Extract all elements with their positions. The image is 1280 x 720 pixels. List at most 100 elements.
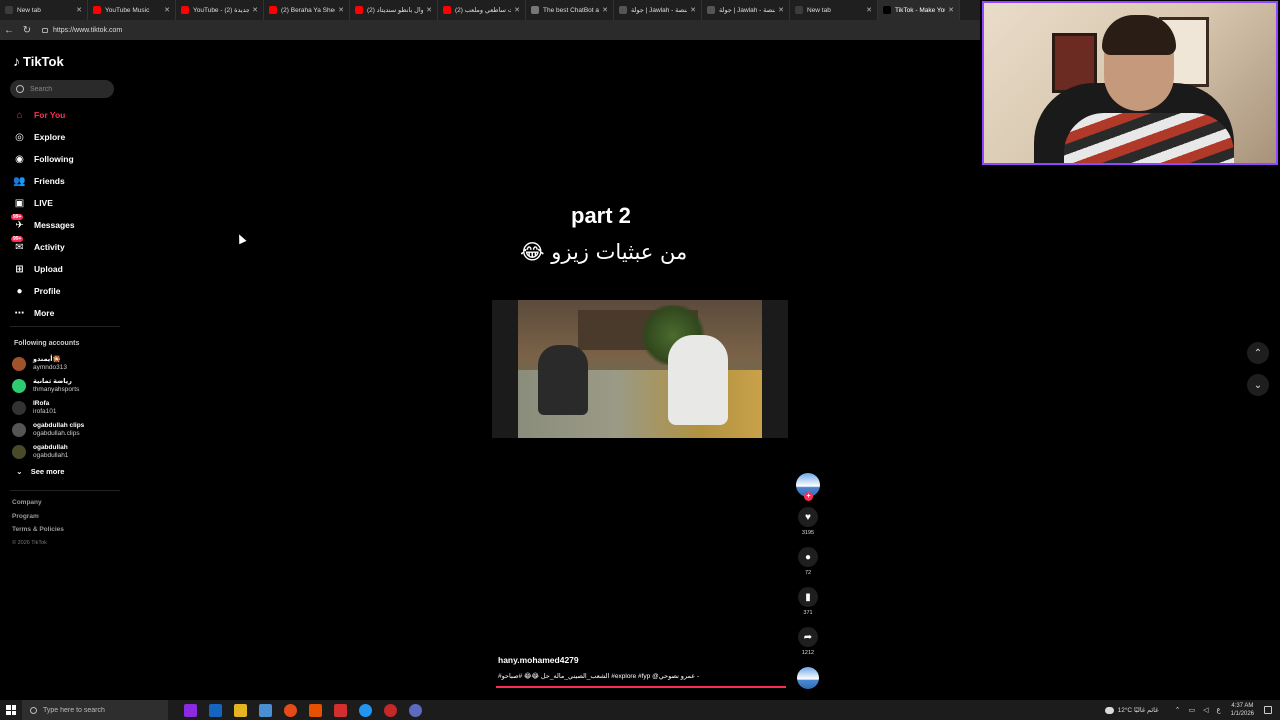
close-icon[interactable]: ✕	[778, 6, 784, 14]
browser-tab[interactable]: YouTube - سنة جديدة (2)✕	[176, 0, 264, 20]
close-icon[interactable]: ✕	[602, 6, 608, 14]
close-icon[interactable]: ✕	[338, 6, 344, 14]
browser-tab[interactable]: (2) ولايات ساطعي وملعب✕	[438, 0, 526, 20]
taskbar-search-input[interactable]	[43, 706, 123, 714]
follow-plus-icon[interactable]: +	[804, 492, 813, 501]
see-more-button[interactable]: ⌄ See more	[16, 467, 64, 476]
sidebar-item-for-you[interactable]: ⌂ For You	[13, 104, 75, 126]
video-person-right	[668, 335, 728, 425]
live-icon: ▣	[14, 197, 25, 209]
photoshop-icon[interactable]	[209, 703, 222, 717]
edge-icon[interactable]	[359, 703, 372, 717]
back-icon[interactable]: ←	[0, 25, 18, 36]
notification-badge: 99+	[11, 235, 24, 242]
browser-tab-bar: New tab✕YouTube Music✕YouTube - سنة جديد…	[0, 0, 980, 20]
browser-tab[interactable]: New tab ✕	[790, 0, 878, 20]
sidebar-item-following[interactable]: ◉ Following	[13, 148, 75, 170]
browser-tab[interactable]: جولة | Jawlah - منصة✕	[614, 0, 702, 20]
close-icon[interactable]: ✕	[514, 6, 520, 14]
comment-icon[interactable]: ●	[798, 547, 818, 567]
taskbar-search[interactable]	[22, 700, 168, 720]
author-avatar[interactable]: +	[796, 473, 820, 501]
browser-tab[interactable]: The best ChatBot and✕	[526, 0, 614, 20]
account-names: ogabdullah ogabdullah1	[33, 444, 68, 460]
language-indicator[interactable]: ع	[1216, 706, 1220, 714]
vlc-icon[interactable]	[309, 703, 322, 717]
browser-tab[interactable]: جولة | Jawlah - منصة✕	[702, 0, 790, 20]
footer-program[interactable]: Program	[12, 513, 64, 527]
tab-favicon-icon	[355, 6, 363, 14]
profile-icon: ●	[16, 285, 23, 297]
sidebar-item-activity[interactable]: ✉ 99+ Activity	[11, 235, 75, 258]
following-account[interactable]: IRofa irofa101	[12, 397, 84, 419]
sidebar-item-upload[interactable]: ⊞ Upload	[13, 258, 75, 280]
close-icon[interactable]: ✕	[948, 6, 954, 14]
tab-favicon-icon	[883, 6, 891, 14]
app-icon[interactable]	[259, 703, 272, 717]
notification-icon[interactable]	[1264, 706, 1272, 714]
video-player[interactable]	[492, 300, 788, 438]
music-disc-icon[interactable]	[797, 667, 819, 689]
sidebar-item-messages[interactable]: ✈ 99+ Messages	[11, 213, 75, 236]
tab-favicon-icon	[619, 6, 627, 14]
share-action: ➦ 1212	[795, 627, 821, 657]
close-icon[interactable]: ✕	[252, 6, 258, 14]
browser-tab[interactable]: YouTube Music ✕	[88, 0, 176, 20]
following-account[interactable]: ogabdullah clips ogabdullah.clips	[12, 419, 84, 441]
url-field[interactable]: https://www.tiktok.com	[42, 27, 122, 34]
sidebar-item-more[interactable]: ⋯ More	[13, 302, 75, 324]
search-box[interactable]	[10, 80, 114, 98]
weather-widget[interactable]: 12°C غائم غالبًا	[1104, 706, 1159, 714]
browser-tab[interactable]: TikTok - Make Your Day✕	[878, 0, 960, 20]
file-explorer-icon[interactable]	[234, 703, 247, 717]
account-display-name: رياضة ثمانية	[33, 378, 72, 385]
footer-terms[interactable]: Terms & Policies	[12, 526, 64, 540]
tiktok-logo[interactable]: ♪ TikTok	[13, 53, 64, 69]
clock[interactable]: 4:37 AM 1/1/2026	[1231, 702, 1254, 718]
brave-icon[interactable]	[334, 703, 347, 717]
chevron-up-icon[interactable]: ⌃	[1175, 706, 1181, 714]
search-input[interactable]	[30, 85, 100, 93]
sidebar-item-profile[interactable]: ● Profile	[13, 280, 75, 302]
previous-video-button[interactable]: ⌃	[1247, 342, 1269, 364]
sidebar: ♪ TikTok ⌂ For You ◎ Explore ◉ Following 👥 Frie…	[0, 40, 124, 700]
premiere-icon[interactable]	[184, 703, 197, 717]
browser-tab[interactable]: New tab ✕	[0, 0, 88, 20]
video-caption: #الشعب_الصيني_ماله_حل 😂😂 #صباحو #explore…	[498, 673, 700, 680]
close-icon[interactable]: ✕	[690, 6, 696, 14]
network-icon[interactable]: ▭	[1188, 706, 1195, 714]
close-icon[interactable]: ✕	[866, 6, 872, 14]
tab-favicon-icon	[795, 6, 803, 14]
close-icon[interactable]: ✕	[76, 6, 82, 14]
sidebar-item-explore[interactable]: ◎ Explore	[13, 126, 75, 148]
chrome-icon[interactable]	[284, 703, 297, 717]
sidebar-item-friends[interactable]: 👥 Friends	[13, 170, 75, 192]
close-icon[interactable]: ✕	[164, 6, 170, 14]
start-button[interactable]	[0, 700, 22, 720]
sidebar-nav: ⌂ For You ◎ Explore ◉ Following 👥 Friends ▣ LIVE ✈…	[11, 104, 75, 324]
share-icon[interactable]: ➦	[798, 627, 818, 647]
volume-icon[interactable]: ◁	[1203, 706, 1208, 714]
search-icon	[30, 706, 37, 714]
following-account[interactable]: أيمندو🎇 aymndo313	[12, 353, 84, 375]
cloud-icon	[1104, 706, 1114, 714]
browser-tab[interactable]: (2) Beraha Ya Sheekha✕	[264, 0, 350, 20]
discord-icon[interactable]	[409, 703, 422, 717]
following-account[interactable]: رياضة ثمانية thmanyahsports	[12, 375, 84, 397]
video-author[interactable]: hany.mohamed4279	[498, 655, 579, 665]
next-video-button[interactable]: ⌄	[1247, 374, 1269, 396]
close-icon[interactable]: ✕	[426, 6, 432, 14]
reload-icon[interactable]: ↻	[18, 25, 36, 36]
obs-icon[interactable]	[384, 703, 397, 717]
avatar	[12, 445, 26, 459]
following-account[interactable]: ogabdullah ogabdullah1	[12, 441, 84, 463]
heart-icon[interactable]: ♥	[798, 507, 818, 527]
account-username: thmanyahsports	[33, 386, 80, 393]
video-progress-bar[interactable]	[496, 686, 786, 688]
video-person-left	[538, 345, 588, 415]
browser-tab[interactable]: (2) ميوال بانطو سنديتاد✕	[350, 0, 438, 20]
footer-company[interactable]: Company	[12, 499, 64, 513]
sidebar-item-live[interactable]: ▣ LIVE	[13, 192, 75, 214]
bookmark-icon[interactable]: ▮	[798, 587, 818, 607]
tab-favicon-icon	[93, 6, 101, 14]
